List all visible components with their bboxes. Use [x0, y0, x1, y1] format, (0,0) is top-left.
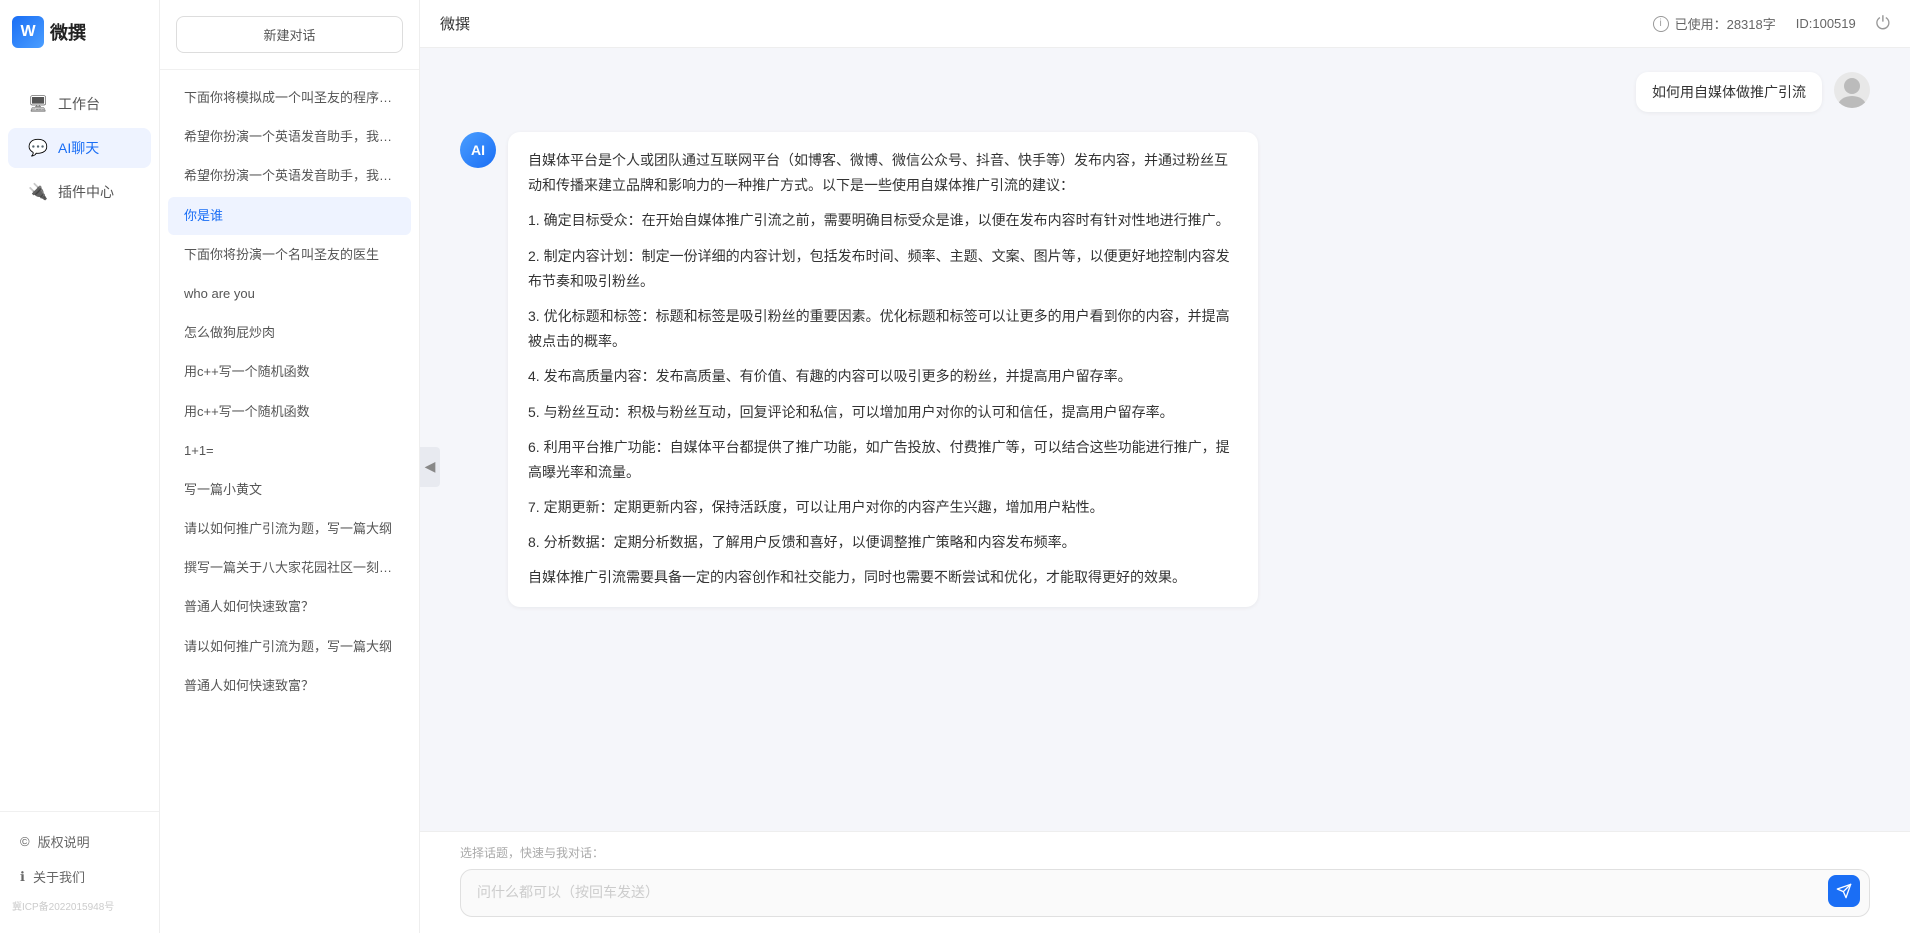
- send-icon: [1836, 883, 1852, 899]
- new-chat-button[interactable]: 新建对话: [176, 16, 403, 53]
- ai-paragraph: 6. 利用平台推广功能：自媒体平台都提供了推广功能，如广告投放、付费推广等，可以…: [528, 435, 1238, 485]
- chat-messages: 如何用自媒体做推广引流 AI 自媒体平台是个人或团队通过互联网平台（如博客、微博…: [420, 48, 1910, 831]
- about-label: 关于我们: [33, 867, 85, 886]
- nav-items: 🖥 工作台 💬 AI聊天 🔌 插件中心: [0, 64, 159, 232]
- history-header: 新建对话: [160, 0, 419, 70]
- history-item[interactable]: 请以如何推广引流为题，写一篇大纲: [168, 510, 411, 548]
- ai-paragraph: 3. 优化标题和标签：标题和标签是吸引粉丝的重要因素。优化标题和标签可以让更多的…: [528, 304, 1238, 354]
- top-bar: 微撰 i 已使用：28318字 ID:100519 ⏻: [420, 0, 1910, 48]
- history-item[interactable]: 用c++写一个随机函数: [168, 353, 411, 391]
- ai-paragraph: 7. 定期更新：定期更新内容，保持活跃度，可以让用户对你的内容产生兴趣，增加用户…: [528, 495, 1238, 520]
- history-item[interactable]: who are you: [168, 275, 411, 313]
- history-item[interactable]: 希望你扮演一个英语发音助手，我提供给你...: [168, 118, 411, 156]
- usage-text: 已使用：28318字: [1675, 14, 1776, 33]
- history-item[interactable]: 普通人如何快速致富？: [168, 667, 411, 705]
- ai-paragraph: 自媒体推广引流需要具备一定的内容创作和社交能力，同时也需要不断尝试和优化，才能取…: [528, 565, 1238, 590]
- logo-icon: W: [12, 16, 44, 48]
- top-bar-right: i 已使用：28318字 ID:100519 ⏻: [1653, 13, 1890, 34]
- history-item[interactable]: 怎么做狗屁炒肉: [168, 314, 411, 352]
- history-item[interactable]: 你是谁: [168, 197, 411, 235]
- ai-avatar: AI: [460, 132, 496, 168]
- history-item[interactable]: 下面你将模拟成一个叫圣友的程序员，我说...: [168, 79, 411, 117]
- info-icon: i: [1653, 16, 1669, 32]
- about-item[interactable]: ℹ 关于我们: [0, 859, 159, 894]
- history-item[interactable]: 普通人如何快速致富？: [168, 588, 411, 626]
- user-message: 如何用自媒体做推广引流: [460, 72, 1870, 112]
- history-item[interactable]: 撰写一篇关于八大家花园社区一刻钟便民生...: [168, 549, 411, 587]
- sidebar-item-ai-chat[interactable]: 💬 AI聊天: [8, 128, 151, 168]
- about-icon: ℹ: [20, 869, 25, 885]
- usage-info: i 已使用：28318字: [1653, 14, 1776, 33]
- id-text: ID:100519: [1796, 16, 1856, 31]
- sidebar-item-plugin[interactable]: 🔌 插件中心: [8, 172, 151, 212]
- page-title: 微撰: [440, 13, 470, 34]
- ai-paragraph: 4. 发布高质量内容：发布高质量、有价值、有趣的内容可以吸引更多的粉丝，并提高用…: [528, 364, 1238, 389]
- user-text: 如何用自媒体做推广引流: [1652, 84, 1806, 100]
- chat-icon: 💬: [28, 138, 48, 158]
- ai-message: AI 自媒体平台是个人或团队通过互联网平台（如博客、微博、微信公众号、抖音、快手…: [460, 132, 1870, 607]
- ai-paragraph: 8. 分析数据：定期分析数据，了解用户反馈和喜好，以便调整推广策略和内容发布频率…: [528, 530, 1238, 555]
- chat-input[interactable]: [460, 869, 1870, 917]
- icp-text: 冀ICP备2022015948号: [0, 894, 159, 921]
- sidebar-item-label: 插件中心: [58, 182, 114, 202]
- history-panel: 新建对话 下面你将模拟成一个叫圣友的程序员，我说...希望你扮演一个英语发音助手…: [160, 0, 420, 933]
- ai-paragraph: 2. 制定内容计划：制定一份详细的内容计划，包括发布时间、频率、主题、文案、图片…: [528, 244, 1238, 294]
- sidebar: W 微撰 🖥 工作台 💬 AI聊天 🔌 插件中心 © 版权说明 ℹ 关于我们 冀…: [0, 0, 160, 933]
- avatar: [1834, 72, 1870, 108]
- sidebar-item-label: AI聊天: [58, 138, 99, 158]
- ai-bubble: 自媒体平台是个人或团队通过互联网平台（如博客、微博、微信公众号、抖音、快手等）发…: [508, 132, 1258, 607]
- sidebar-item-label: 工作台: [58, 94, 100, 114]
- send-button[interactable]: [1828, 875, 1860, 907]
- input-area: 选择话题，快速与我对话：: [420, 831, 1910, 933]
- sidebar-bottom: © 版权说明 ℹ 关于我们 冀ICP备2022015948号: [0, 811, 159, 933]
- history-list: 下面你将模拟成一个叫圣友的程序员，我说...希望你扮演一个英语发音助手，我提供给…: [160, 70, 419, 933]
- collapse-button[interactable]: ◀: [420, 447, 440, 487]
- workbench-icon: 🖥: [28, 94, 48, 114]
- logout-icon[interactable]: ⏻: [1876, 13, 1890, 34]
- logo-text: 微撰: [50, 19, 86, 45]
- ai-paragraph: 自媒体平台是个人或团队通过互联网平台（如博客、微博、微信公众号、抖音、快手等）发…: [528, 148, 1238, 198]
- user-bubble: 如何用自媒体做推广引流: [1636, 72, 1822, 112]
- history-item[interactable]: 希望你扮演一个英语发音助手，我提供给你...: [168, 157, 411, 195]
- history-item[interactable]: 写一篇小黄文: [168, 471, 411, 509]
- ai-paragraph: 1. 确定目标受众：在开始自媒体推广引流之前，需要明确目标受众是谁，以便在发布内…: [528, 208, 1238, 233]
- main-area: 微撰 i 已使用：28318字 ID:100519 ⏻ 如何用自媒体做推广引流: [420, 0, 1910, 933]
- copyright-label: 版权说明: [38, 832, 90, 851]
- quick-topics-label: 选择话题，快速与我对话：: [460, 844, 1870, 861]
- plugin-icon: 🔌: [28, 182, 48, 202]
- history-item[interactable]: 请以如何推广引流为题，写一篇大纲: [168, 628, 411, 666]
- sidebar-item-workbench[interactable]: 🖥 工作台: [8, 84, 151, 124]
- copyright-icon: ©: [20, 834, 30, 849]
- history-item[interactable]: 下面你将扮演一个名叫圣友的医生: [168, 236, 411, 274]
- ai-paragraph: 5. 与粉丝互动：积极与粉丝互动，回复评论和私信，可以增加用户对你的认可和信任，…: [528, 400, 1238, 425]
- history-item[interactable]: 用c++写一个随机函数: [168, 393, 411, 431]
- copyright-item[interactable]: © 版权说明: [0, 824, 159, 859]
- input-box: [460, 869, 1870, 917]
- history-item[interactable]: 1+1=: [168, 432, 411, 470]
- logo-area: W 微撰: [0, 0, 159, 64]
